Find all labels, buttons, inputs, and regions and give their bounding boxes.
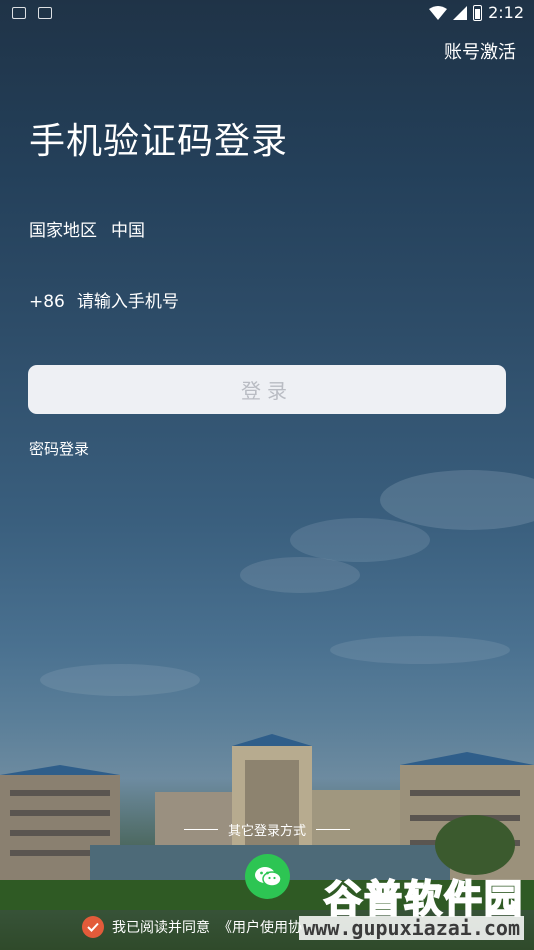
status-bar: 2:12 (0, 0, 534, 28)
agreement-checkbox[interactable] (82, 916, 104, 938)
agreement-row: 我已阅读并同意 《用户使用协 (82, 916, 302, 938)
divider-left (183, 829, 218, 830)
status-time: 2:12 (488, 3, 524, 22)
phone-row: +86 (29, 292, 457, 312)
other-login-methods: 其它登录方式 (0, 820, 534, 839)
region-label: 国家地区 (29, 221, 97, 241)
region-value: 中国 (111, 221, 145, 241)
watermark-en: www.gupuxiazai.com (299, 916, 524, 940)
password-login-link[interactable]: 密码登录 (29, 438, 89, 459)
country-code[interactable]: +86 (29, 292, 65, 312)
notification-icons (12, 7, 52, 19)
phone-input[interactable] (76, 292, 457, 312)
page-title: 手机验证码登录 (29, 121, 289, 162)
region-selector[interactable]: 国家地区 中国 (29, 216, 145, 241)
site-watermark: 谷普软件园 www.gupuxiazai.com (299, 868, 530, 946)
wechat-icon (254, 866, 282, 887)
wifi-icon (429, 5, 448, 20)
login-button[interactable]: 登录 (28, 365, 506, 414)
other-login-label: 其它登录方式 (227, 824, 306, 839)
wechat-login-button[interactable] (245, 854, 290, 899)
battery-icon (473, 4, 483, 21)
keyboard-icon (12, 7, 26, 19)
divider-right (316, 829, 350, 830)
agreement-text: 我已阅读并同意 (112, 920, 210, 936)
signal-icon (453, 5, 468, 20)
app-notification-icon (38, 7, 52, 19)
user-agreement-link[interactable]: 《用户使用协 (218, 917, 302, 937)
cloud-background (40, 470, 534, 696)
checkmark-icon (87, 922, 99, 932)
account-activate-link[interactable]: 账号激活 (444, 38, 516, 64)
watermark-cn: 谷普软件园 (323, 876, 524, 922)
